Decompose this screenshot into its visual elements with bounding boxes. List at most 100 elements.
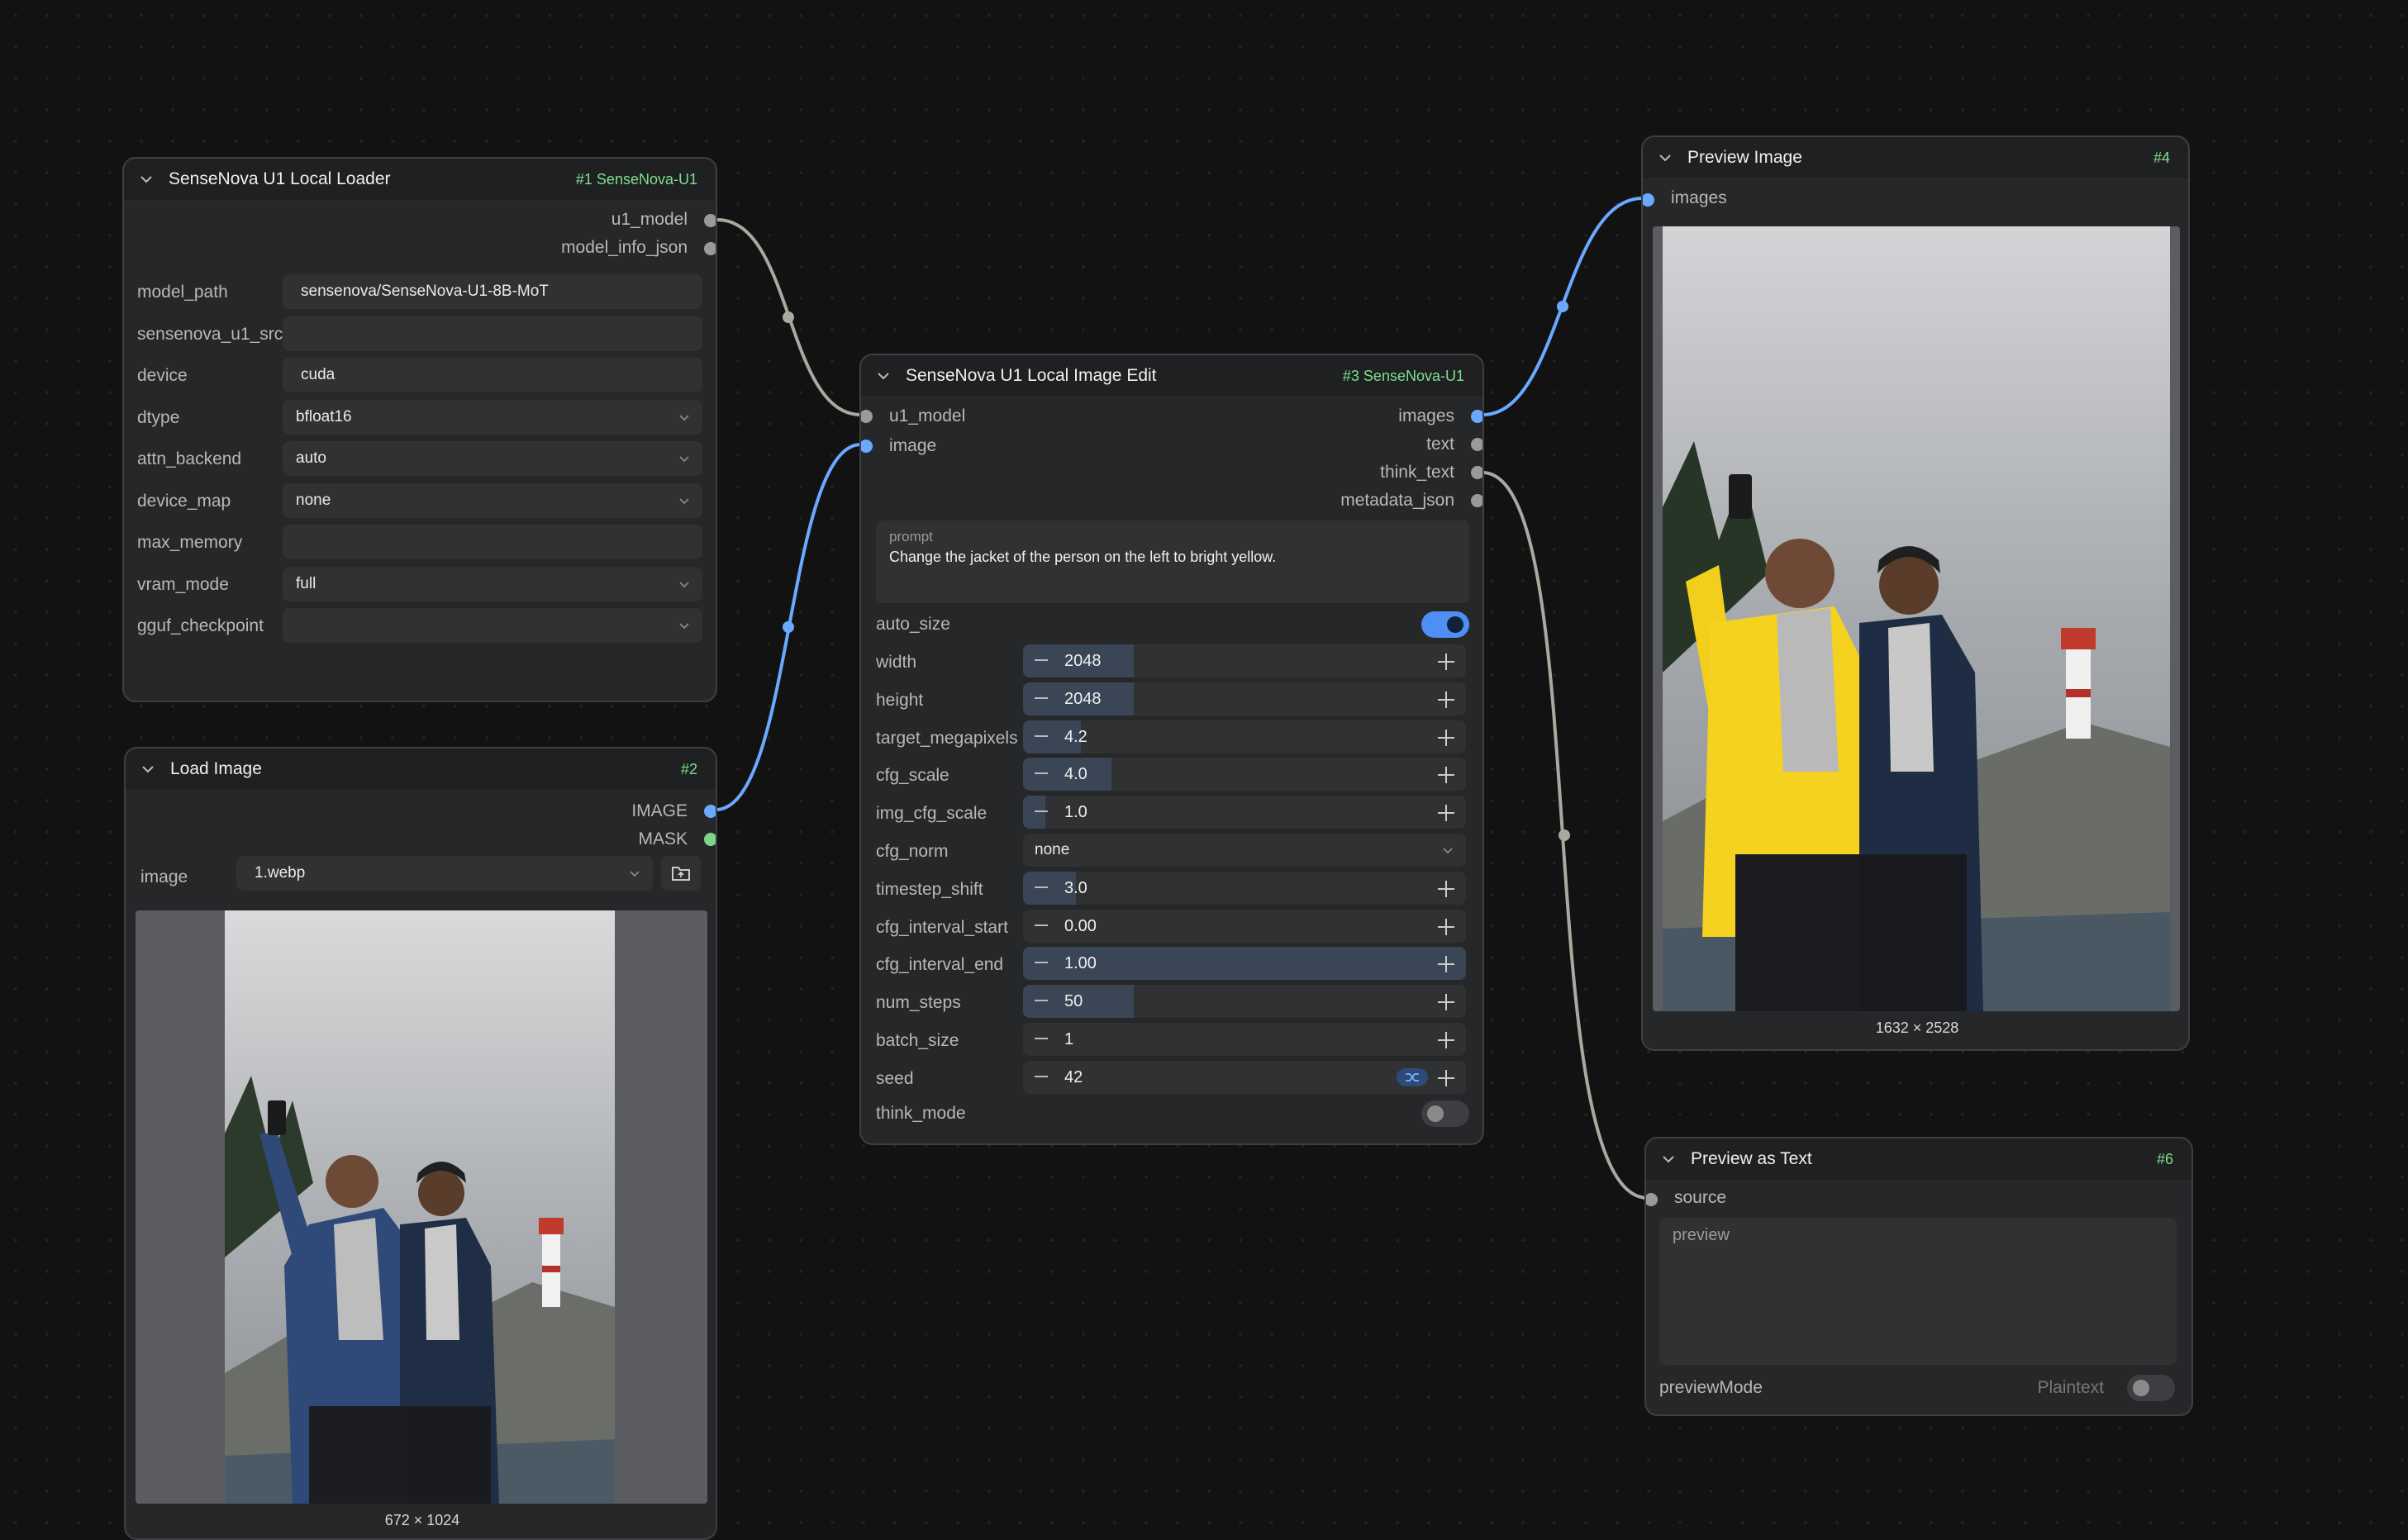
preview-image-frame [1653,226,2180,1011]
photo-couple-selfie [225,910,615,1504]
cfg-interval-end-stepper[interactable]: 1.00 [1023,947,1466,981]
minus-icon[interactable] [1033,652,1049,668]
plus-icon[interactable] [1436,992,1456,1012]
batch-size-stepper[interactable]: 1 [1023,1023,1466,1056]
plus-icon[interactable] [1436,1068,1456,1088]
widget-value: 1.00 [1064,954,1097,973]
output-slot-text[interactable] [1471,438,1482,451]
minus-icon[interactable] [1033,954,1049,971]
prompt-textarea[interactable]: prompt Change the jacket of the person o… [876,520,1469,603]
input-slot-source[interactable] [1646,1193,1658,1206]
model-path-input[interactable]: sensenova/SenseNova-U1-8B-MoT [283,274,702,309]
loader-header[interactable]: SenseNova U1 Local Loader #1 SenseNova-U… [124,159,716,201]
plus-icon[interactable] [1436,917,1456,937]
widget-label-height: height [876,690,924,710]
widget-value: 1.0 [1064,803,1087,822]
preview-size-caption: 1632 × 2528 [1875,1020,1959,1036]
preview-mode-toggle[interactable] [2127,1375,2175,1401]
upload-folder-button[interactable] [661,856,701,891]
output-slot-model-info-json[interactable] [704,242,716,255]
widget-label-batch-size: batch_size [876,1031,959,1050]
gguf-checkpoint-select[interactable] [283,608,702,643]
auto-size-toggle[interactable] [1421,611,1469,638]
chevron-down-icon[interactable] [139,760,157,778]
timestep-shift-stepper[interactable]: 3.0 [1023,871,1466,905]
input-slot-images[interactable] [1643,193,1654,207]
output-slot-think-text[interactable] [1471,466,1482,479]
image-edit-header[interactable]: SenseNova U1 Local Image Edit #3 SenseNo… [861,355,1482,397]
chevron-down-icon[interactable] [874,367,892,385]
load-image-header[interactable]: Load Image #2 [126,749,716,791]
output-slot-mask[interactable] [704,833,716,846]
max-memory-input[interactable] [283,525,702,559]
minus-icon[interactable] [1033,803,1049,820]
height-stepper[interactable]: 2048 [1023,682,1466,715]
attn-backend-select[interactable]: auto [283,441,702,476]
node-id-badge: #1 SenseNova-U1 [575,170,697,188]
chevron-down-icon[interactable] [1656,149,1674,167]
loader-node[interactable]: SenseNova U1 Local Loader #1 SenseNova-U… [122,157,717,702]
wire-u1-model [716,218,862,416]
dtype-select[interactable]: bfloat16 [283,399,702,435]
widget-value: 2048 [1064,689,1102,708]
widget-label-dtype: dtype [137,407,180,427]
minus-icon[interactable] [1033,1030,1049,1047]
cfg-scale-stepper[interactable]: 4.0 [1023,758,1466,791]
widget-value: 50 [1064,992,1083,1011]
think-mode-toggle[interactable] [1421,1100,1469,1127]
cfg-norm-select[interactable]: none [1023,834,1466,867]
load-image-node[interactable]: Load Image #2 IMAGE MASK image 1.webp 67… [124,747,717,1540]
widget-label-think-mode: think_mode [876,1104,966,1123]
sensenova-u1-src-input[interactable] [283,316,702,351]
input-slot-image[interactable] [861,440,873,453]
plus-icon[interactable] [1436,728,1456,748]
seed-stepper[interactable]: 42 [1023,1060,1466,1094]
image-file-select[interactable]: 1.webp [236,856,653,891]
plus-icon[interactable] [1436,1030,1456,1050]
image-edit-node[interactable]: SenseNova U1 Local Image Edit #3 SenseNo… [859,354,1484,1145]
minus-icon[interactable] [1033,992,1049,1009]
widget-value: 1 [1064,1030,1074,1048]
widget-value: full [296,574,316,592]
chevron-down-icon[interactable] [1659,1150,1678,1168]
preview-textarea[interactable]: preview [1659,1218,2177,1365]
wire-think-text [1482,471,1649,1200]
node-title: Preview Image [1687,148,1802,167]
input-slot-u1-model[interactable] [861,410,873,423]
minus-icon[interactable] [1033,690,1049,706]
width-stepper[interactable]: 2048 [1023,644,1466,677]
plus-icon[interactable] [1436,954,1456,974]
randomize-seed-icon[interactable] [1397,1067,1428,1086]
plus-icon[interactable] [1436,690,1456,710]
widget-value: cuda [301,366,336,383]
num-steps-stepper[interactable]: 50 [1023,985,1466,1019]
chevron-down-icon [679,456,689,463]
img-cfg-scale-stepper[interactable]: 1.0 [1023,796,1466,829]
output-label-metadata-json: metadata_json [1340,491,1454,510]
minus-icon[interactable] [1033,728,1049,744]
chevron-down-icon[interactable] [137,170,155,188]
plus-icon[interactable] [1436,879,1456,899]
minus-icon[interactable] [1033,765,1049,782]
output-slot-metadata-json[interactable] [1471,494,1482,507]
cfg-interval-start-stepper[interactable]: 0.00 [1023,909,1466,943]
preview-image-header[interactable]: Preview Image #4 [1643,137,2188,179]
preview-text-header[interactable]: Preview as Text #6 [1646,1138,2191,1181]
minus-icon[interactable] [1033,1068,1049,1085]
plus-icon[interactable] [1436,652,1456,672]
device-map-select[interactable]: none [283,482,702,518]
chevron-down-icon [1443,848,1453,854]
minus-icon[interactable] [1033,917,1049,934]
target-megapixels-stepper[interactable]: 4.2 [1023,720,1466,753]
vram-mode-select[interactable]: full [283,566,702,601]
preview-text-node[interactable]: Preview as Text #6 source preview previe… [1644,1137,2193,1416]
minus-icon[interactable] [1033,879,1049,896]
output-slot-image[interactable] [704,805,716,818]
output-slot-u1-model[interactable] [704,214,716,227]
plus-icon[interactable] [1436,803,1456,823]
output-slot-images[interactable] [1471,410,1482,423]
device-input[interactable]: cuda [283,358,702,392]
preview-image-node[interactable]: Preview Image #4 images 1632 × 2528 [1641,135,2190,1051]
plus-icon[interactable] [1436,765,1456,785]
widget-label-model-path: model_path [137,283,228,302]
